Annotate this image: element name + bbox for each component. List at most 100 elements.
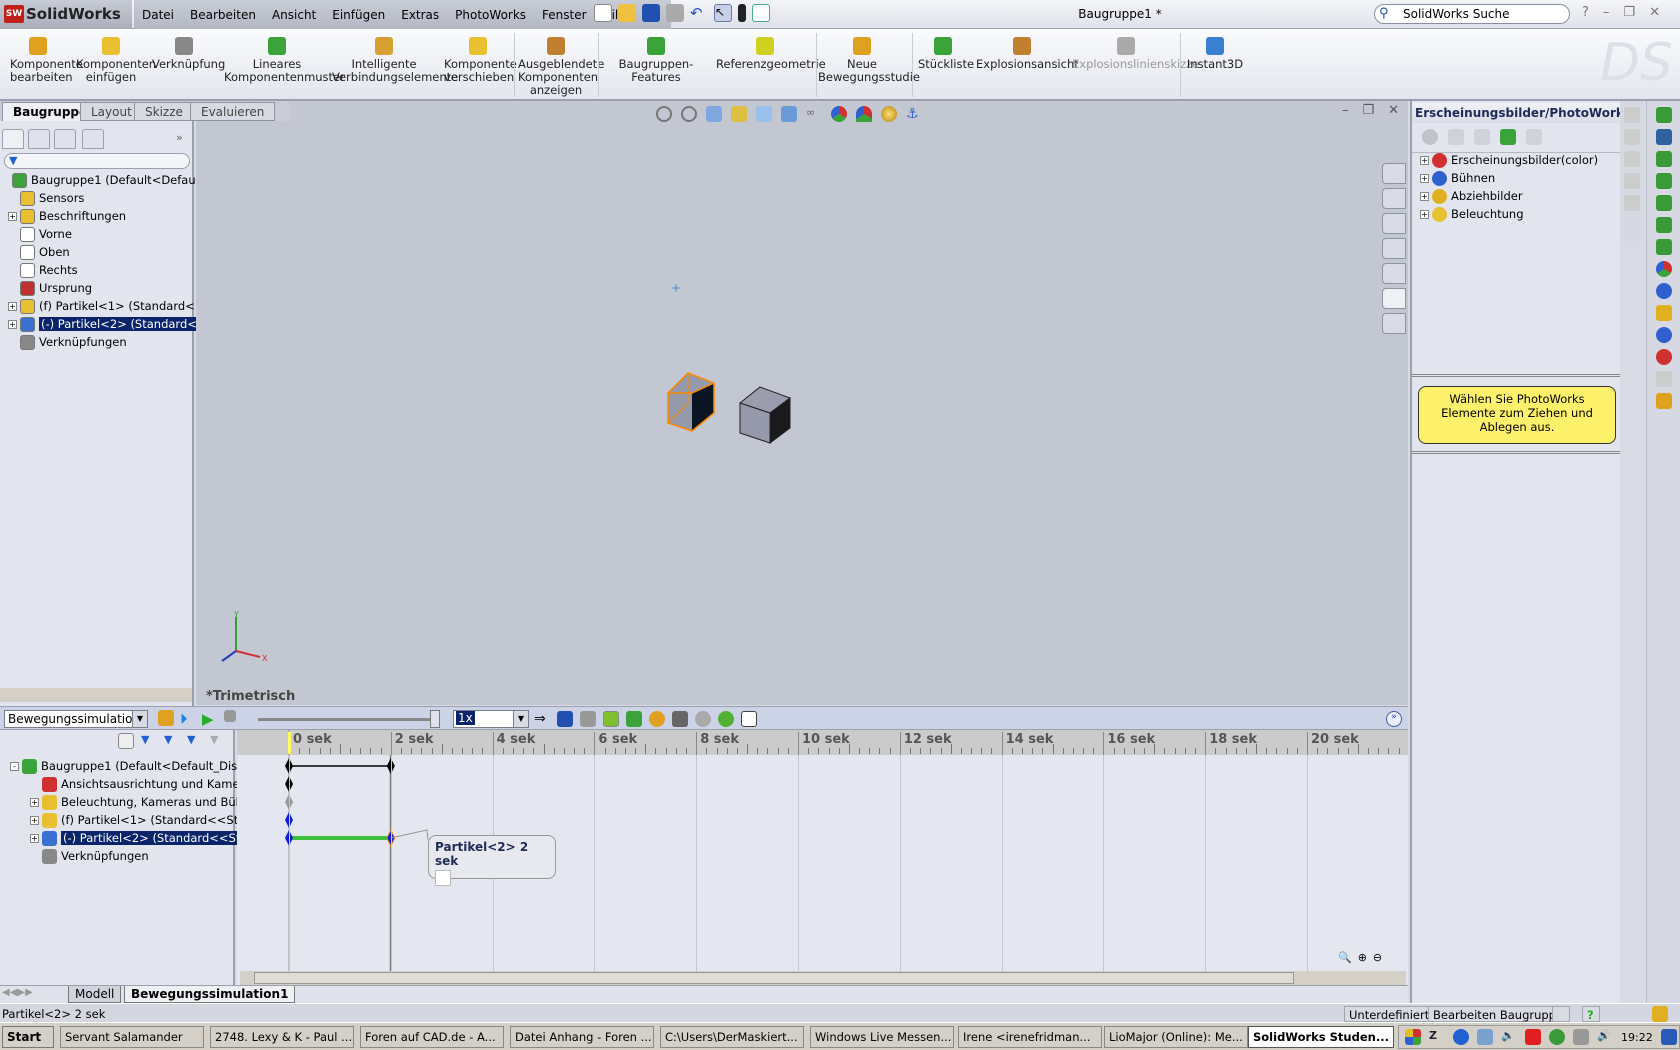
photoworks-item[interactable]: + Erscheinungsbilder(color): [1420, 151, 1620, 169]
menu-datei[interactable]: Datei: [134, 8, 182, 22]
command-komponente-verschieben[interactable]: Komponente verschieben: [444, 37, 517, 84]
playback-slider-thumb[interactable]: [430, 710, 440, 728]
timeline-scroll-thumb[interactable]: [254, 972, 1294, 984]
save-icon[interactable]: [642, 4, 660, 22]
taskbar-item-2748-lexy-k-paul[interactable]: 2748. Lexy & K - Paul ...: [210, 1026, 354, 1048]
menu-einfuegen[interactable]: Einfügen: [324, 8, 393, 22]
restore-icon[interactable]: ❐: [1623, 5, 1635, 20]
add-appearance-icon[interactable]: [1422, 129, 1438, 145]
scene-icon[interactable]: [1655, 283, 1672, 299]
photoworks-item[interactable]: + Abziehbilder: [1420, 187, 1620, 205]
render-selection-icon[interactable]: [1655, 217, 1672, 233]
undo-icon[interactable]: ↶: [690, 4, 708, 22]
paste-appearance-icon[interactable]: [1655, 349, 1672, 365]
appearances-tab-icon[interactable]: [1382, 288, 1406, 309]
expand-toggle[interactable]: +: [1420, 209, 1429, 219]
command-komponente-bearbeiten[interactable]: Komponente bearbeiten: [10, 37, 83, 84]
tree-item[interactable]: + Beschriftungen: [8, 207, 126, 225]
render-window-icon[interactable]: [1655, 129, 1672, 145]
tray-volume-icon[interactable]: 🔈: [1501, 1029, 1517, 1045]
add-folder-icon[interactable]: [1448, 129, 1464, 145]
arrow-icon[interactable]: [1624, 129, 1640, 145]
motion-tree-item[interactable]: + Beleuchtung, Kameras und Bühne: [30, 793, 257, 811]
render-area-icon[interactable]: [1655, 151, 1672, 167]
motion-tree-item[interactable]: + (f) Partikel<1> (Standard<<Stand: [30, 811, 260, 829]
display-style-icon[interactable]: [781, 106, 797, 122]
menu-ansicht[interactable]: Ansicht: [264, 8, 324, 22]
expand-toggle[interactable]: +: [30, 797, 39, 807]
taskbar-item-liomajor-online-me[interactable]: LioMajor (Online): Me...: [1104, 1026, 1248, 1048]
resources-tab-icon[interactable]: [1382, 163, 1406, 184]
tree-item[interactable]: Vorne: [8, 225, 72, 243]
render-last-icon[interactable]: [1655, 195, 1672, 211]
playback-slider[interactable]: [258, 718, 438, 721]
tree-item[interactable]: Verknüpfungen: [8, 333, 127, 351]
expand-toggle[interactable]: +: [8, 211, 17, 221]
pane-splitter[interactable]: [1412, 374, 1620, 377]
solidworks-logo[interactable]: SW SolidWorks: [0, 0, 132, 29]
chevron-down-icon[interactable]: ▼: [513, 711, 528, 727]
grab-icon[interactable]: [1624, 107, 1640, 123]
tab-skizze[interactable]: Skizze: [134, 102, 194, 121]
rebuild-status-icon[interactable]: [1552, 1006, 1570, 1022]
edit-appearance-icon[interactable]: [831, 106, 847, 122]
taskbar-item-windows-live-messen[interactable]: Windows Live Messen...: [810, 1026, 954, 1048]
apply-scene-icon[interactable]: [856, 106, 872, 122]
motion-tree-item[interactable]: + (-) Partikel<2> (Standard<<Stand: [30, 829, 264, 847]
tab-evaluieren[interactable]: Evaluieren: [190, 102, 276, 121]
cut-appearance-icon[interactable]: [1655, 327, 1672, 343]
results-plots-icon[interactable]: [741, 711, 757, 727]
photoworks-item[interactable]: + Beleuchtung: [1420, 205, 1620, 223]
menu-photoworks[interactable]: PhotoWorks: [447, 8, 534, 22]
tab-modell[interactable]: Modell: [68, 986, 122, 1003]
tab-scroll-arrows[interactable]: ◀◀▶▶: [2, 987, 33, 998]
contact-icon[interactable]: [695, 711, 711, 727]
search-tab-icon[interactable]: [1382, 238, 1406, 259]
layers-icon[interactable]: [1624, 195, 1640, 211]
particle-2-cube[interactable]: [736, 363, 816, 463]
render-region-icon[interactable]: [1655, 173, 1672, 189]
view-palette-tab-icon[interactable]: [1382, 263, 1406, 284]
command-neue-bewegungsstudie[interactable]: Neue Bewegungsstudie: [818, 37, 920, 84]
menu-bearbeiten[interactable]: Bearbeiten: [182, 8, 264, 22]
taskbar-item-c-users-dermaskiert[interactable]: C:\Users\DerMaskiert...: [660, 1026, 804, 1048]
tree-filter[interactable]: ▼: [4, 153, 190, 169]
zoom-fit-timeline-icon[interactable]: 🔍: [1338, 951, 1352, 964]
menu-extras[interactable]: Extras: [393, 8, 447, 22]
add-key-icon[interactable]: [626, 711, 642, 727]
zoom-in-timeline-icon[interactable]: ⊕: [1358, 951, 1367, 964]
play-from-start-icon[interactable]: ⏵: [180, 710, 196, 728]
expand-toggle[interactable]: -: [10, 761, 19, 771]
refresh-icon[interactable]: [1500, 129, 1516, 145]
timeline[interactable]: 0 sek 2 sek 4 sek 6 sek 8 sek 10 sek 12 sek 14 …: [237, 730, 1408, 985]
zoom-out-timeline-icon[interactable]: ⊖: [1373, 951, 1382, 964]
command-referenzgeometrie[interactable]: Referenzgeometrie: [716, 37, 826, 71]
filter-selected-icon[interactable]: ▼: [164, 733, 180, 749]
options-photoworks-icon[interactable]: [1655, 393, 1672, 409]
command-explosionsansicht[interactable]: Explosionsansicht: [976, 37, 1079, 71]
tab-bewegungssimulation1[interactable]: Bewegungssimulation1: [124, 986, 296, 1003]
playback-speed-select[interactable]: 1x ▼: [453, 710, 529, 728]
menu-fenster[interactable]: Fenster: [534, 8, 595, 22]
command-ausgeblendete-komponenten-anzeigen[interactable]: Ausgeblendete Komponenten anzeigen: [518, 37, 604, 97]
filter-inactive-icon[interactable]: ▼: [210, 733, 226, 749]
open-icon[interactable]: [618, 4, 636, 22]
help-icon[interactable]: ?: [1582, 5, 1589, 20]
render-to-file-icon[interactable]: [1655, 239, 1672, 255]
decal-icon[interactable]: [1655, 305, 1672, 321]
new-folder-icon[interactable]: [1474, 129, 1490, 145]
animation-wizard-icon[interactable]: [580, 711, 596, 727]
graphics-area[interactable]: ∞ ⚓ – ❐ ✕ + YX *Trimetrisch: [196, 101, 1408, 705]
stop-icon[interactable]: [224, 710, 236, 722]
custom-properties-tab-icon[interactable]: [1382, 313, 1406, 334]
select-icon[interactable]: ↖: [714, 4, 732, 22]
feature-tree-tab[interactable]: [2, 129, 24, 149]
motion-tree-item[interactable]: - Baugruppe1 (Default<Default_Display: [10, 757, 262, 775]
taskbar-item-foren-auf-cad-de-a[interactable]: Foren auf CAD.de - A...: [360, 1026, 504, 1048]
taskbar-item-solidworks-studen[interactable]: SolidWorks Studen...: [1248, 1026, 1394, 1048]
display-manager-tab[interactable]: [82, 129, 104, 149]
command-baugruppen-features[interactable]: Baugruppen-Features: [602, 37, 710, 84]
zoom-to-area-icon[interactable]: [681, 106, 697, 122]
tree-item[interactable]: + (-) Partikel<2> (Standard<<: [8, 315, 209, 333]
tree-horizontal-scrollbar[interactable]: [0, 688, 192, 702]
